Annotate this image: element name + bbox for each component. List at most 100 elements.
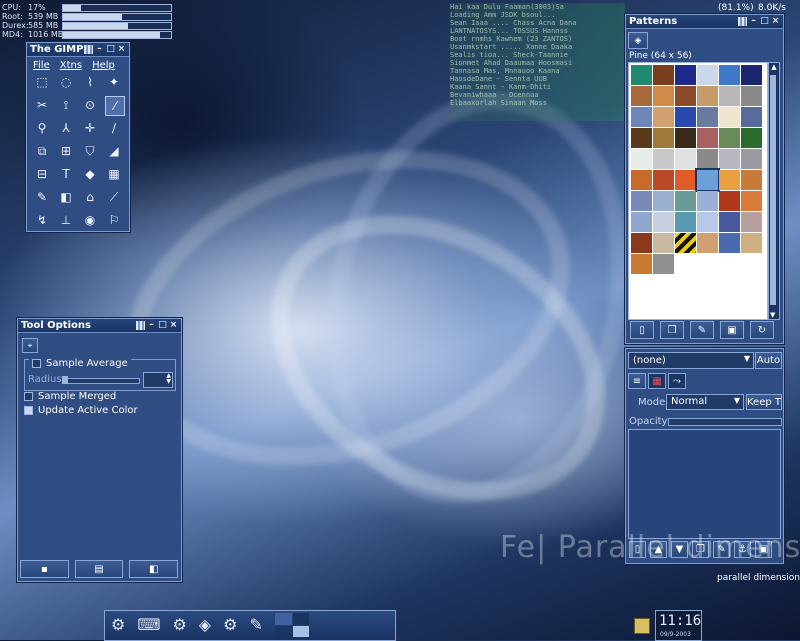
restore-options-button[interactable]: ▤ [74,560,124,578]
delete-pattern-button[interactable]: ▣ [720,321,744,339]
terminal-icon[interactable]: ⌨ [137,615,160,634]
reset-options-button[interactable]: ◧ [129,560,179,578]
pattern-swatch[interactable] [741,170,762,190]
pattern-swatch[interactable] [653,65,674,85]
pattern-swatch[interactable] [719,107,740,127]
bezier-icon[interactable]: ⟟ [57,96,75,114]
pattern-swatch[interactable] [719,149,740,169]
minimize-icon[interactable]: – [95,45,104,54]
layers-list[interactable] [628,429,781,539]
pattern-swatch[interactable] [675,107,696,127]
window-menu-icon[interactable] [84,45,93,54]
pattern-swatch[interactable] [631,65,652,85]
maximize-icon[interactable]: □ [760,17,769,26]
pattern-swatch[interactable] [653,107,674,127]
minimize-icon[interactable]: – [147,321,156,330]
pattern-swatch[interactable] [719,128,740,148]
pattern-swatch[interactable] [675,170,696,190]
pattern-swatch[interactable] [697,128,718,148]
pattern-swatch[interactable] [631,170,652,190]
text-box-icon[interactable]: ⛉ [81,142,99,160]
pattern-swatch[interactable] [631,191,652,211]
pattern-swatch[interactable] [719,212,740,232]
workspace-2[interactable] [292,613,309,625]
scroll-thumb[interactable] [770,75,776,305]
sample-average-checkbox[interactable]: Sample Average [29,358,131,369]
lock-icon[interactable] [634,618,650,634]
pattern-swatch[interactable] [719,191,740,211]
menu-file[interactable]: File [33,60,50,71]
pattern-swatch[interactable] [741,86,762,106]
ink-icon[interactable]: ⊥ [57,211,75,229]
workspace-pager[interactable] [275,613,309,637]
smudge-icon[interactable]: ◉ [81,211,99,229]
pattern-swatch[interactable] [741,233,762,253]
maximize-icon[interactable]: □ [106,45,115,54]
tool-options-tab[interactable]: ⌖ [22,338,38,353]
move-icon[interactable]: ✛ [81,119,99,137]
close-icon[interactable]: × [117,45,126,54]
pattern-swatch[interactable] [653,149,674,169]
close-icon[interactable]: × [771,17,780,26]
spinner-arrows-icon[interactable]: ▲ ▼ [166,373,171,385]
pattern-swatch[interactable] [719,65,740,85]
pattern-swatch[interactable] [697,149,718,169]
magic-wand-icon[interactable]: ✦ [105,73,123,91]
duplicate-pattern-button[interactable]: ❐ [660,321,684,339]
image-select-dropdown[interactable]: (none) ▼ [628,352,754,369]
pattern-scrollbar[interactable]: ▲ ▼ [768,62,780,320]
pattern-tab-button[interactable]: ◈ [628,32,648,49]
radius-spinner[interactable]: ▲ ▼ [143,372,173,388]
editor-icon[interactable]: ✎ [249,615,262,634]
pattern-swatch[interactable] [675,128,696,148]
refresh-pattern-button[interactable]: ↻ [750,321,774,339]
pattern-swatch[interactable] [741,191,762,211]
perspective-icon[interactable]: ⊟ [33,165,51,183]
tab-layers[interactable]: ≡ [628,373,646,389]
pattern-swatch[interactable] [653,212,674,232]
update-active-color-checkbox[interactable]: Update Active Color [24,405,138,416]
lasso-icon[interactable]: ⌇ [81,73,99,91]
gimp-titlebar[interactable]: The GIMP – □ × [27,43,129,57]
pattern-swatch[interactable] [697,65,718,85]
color-select-icon[interactable]: ⊙ [81,96,99,114]
scroll-down-arrow-icon[interactable]: ▼ [770,311,775,319]
pattern-swatch[interactable] [653,191,674,211]
pattern-swatch[interactable] [741,212,762,232]
pattern-swatch[interactable] [697,107,718,127]
workspace-3[interactable] [275,625,292,637]
pattern-swatch[interactable] [631,86,652,106]
gear-icon[interactable]: ⚙ [223,615,237,634]
sample-merged-checkbox[interactable]: Sample Merged [24,391,116,402]
pattern-swatch[interactable] [631,149,652,169]
text-icon[interactable]: T [57,165,75,183]
magnify-icon[interactable]: ⚲ [33,119,51,137]
measure-icon[interactable]: ⅄ [57,119,75,137]
file-manager-icon[interactable]: ◈ [199,615,211,634]
pattern-swatch[interactable] [675,86,696,106]
brush-icon[interactable]: ⟋ [105,188,123,206]
pattern-swatch[interactable] [631,128,652,148]
slider-handle[interactable] [62,376,68,384]
pattern-swatch[interactable] [697,233,718,253]
dodge-icon[interactable]: ⚐ [105,211,123,229]
pattern-swatch[interactable] [675,149,696,169]
clone-icon[interactable]: ↯ [33,211,51,229]
pattern-swatch[interactable] [719,86,740,106]
auto-button[interactable]: Auto [755,352,782,369]
patterns-titlebar[interactable]: Patterns – □ × [626,15,783,29]
radius-slider[interactable] [62,376,140,384]
menu-xtns[interactable]: Xtns [60,60,82,71]
pattern-swatch[interactable] [653,86,674,106]
close-icon[interactable]: × [169,321,178,330]
workspace-4[interactable] [292,625,309,637]
maximize-icon[interactable]: □ [158,321,167,330]
workspace-1[interactable] [275,613,292,625]
window-menu-icon[interactable] [136,321,145,330]
window-menu-icon[interactable] [738,17,747,26]
pattern-swatch[interactable] [697,212,718,232]
mode-dropdown[interactable]: Normal ▼ [666,394,744,410]
keep-transparency-button[interactable]: Keep T [746,394,782,410]
pattern-swatch[interactable] [697,86,718,106]
bucket-fill-icon[interactable]: ◆ [81,165,99,183]
